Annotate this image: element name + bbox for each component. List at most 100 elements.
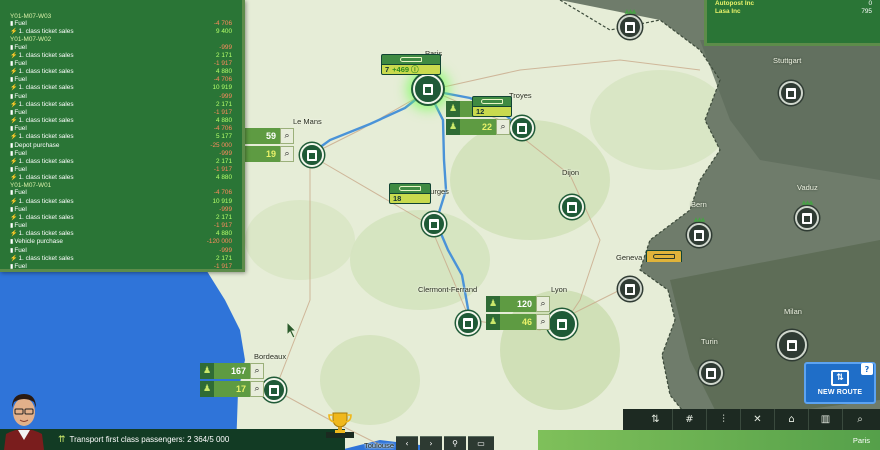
log-entry-amount: -999 (219, 43, 232, 51)
ticket-icon: ⚡ (10, 52, 18, 59)
ticket-icon: ⚡ (10, 255, 18, 262)
log-entry: ⚡1. class ticket sales 9 400 (10, 28, 232, 36)
tools-icon[interactable]: ✕ (741, 409, 775, 430)
log-entry-amount: 4 880 (216, 271, 232, 272)
log-entry-text: Depot purchase (14, 141, 60, 149)
log-entry-amount: -25 000 (210, 141, 232, 149)
finance-log-panel[interactable]: Y01-M07-W03 ▮Fuel -4 706 ⚡1. class ticket s… (0, 0, 245, 272)
station-le-mans[interactable] (300, 143, 324, 167)
log-week-header: Y01-M07-W02 (10, 36, 232, 43)
city-label-dijon: Dijon (562, 168, 580, 177)
company-row: Autopost Inc 0 (715, 0, 872, 8)
station-milan[interactable] (777, 330, 807, 360)
station-bordeaux[interactable] (262, 378, 286, 402)
log-entry-label: ▮Fuel (10, 263, 27, 269)
ticket-icon: ⚡ (10, 69, 18, 76)
station-troyes[interactable] (510, 116, 534, 140)
station-north[interactable] (618, 8, 642, 39)
building-icon (706, 367, 716, 379)
main-toolbar: ⇅ # ⫶ ✕ ⌂ ▥ ⌕ (623, 409, 880, 430)
search-icon[interactable]: ⌕ (843, 409, 877, 430)
log-entry-amount: -4 706 (213, 125, 232, 133)
mail-icon: ♟ (200, 381, 214, 397)
building-icon (269, 384, 279, 396)
city-label-turin: Turin (701, 337, 718, 346)
log-entry-label: ⚡1. class ticket sales (10, 52, 74, 60)
log-entry-text: Fuel (14, 125, 27, 133)
city-panel-le-mans[interactable]: 59 ⌕ 19 ⌕ (244, 128, 294, 162)
search-icon[interactable]: ⌕ (536, 296, 550, 312)
station-bern[interactable] (687, 216, 711, 247)
passenger-count: 59 (244, 128, 280, 144)
route-icon: ⇅ (831, 370, 849, 386)
fuel-icon: ▮ (10, 190, 14, 197)
chevron-right-icon[interactable]: › (420, 436, 442, 450)
log-entry: ⚡1. class ticket sales 4 880 (10, 271, 232, 272)
train-badge-geneva[interactable] (646, 250, 682, 262)
station-paris[interactable] (413, 74, 443, 104)
station-lyon[interactable] (547, 309, 577, 339)
log-entry-amount: 4 880 (216, 68, 232, 76)
fuel-icon: ▮ (10, 77, 14, 84)
city-panel-bordeaux[interactable]: ♟ 167 ⌕ ♟ 17 ⌕ (200, 363, 264, 397)
log-entry-label: ▮Fuel (10, 189, 27, 197)
train-badge-troyes[interactable]: 12 (472, 96, 512, 117)
passenger-count: 167 (214, 363, 250, 379)
log-entry: ⚡1. class ticket sales 2 171 (10, 255, 232, 263)
log-entry-amount: 10 919 (212, 197, 232, 205)
building-icon[interactable]: ▥ (809, 409, 843, 430)
log-entry-label: ⚡1. class ticket sales (10, 133, 74, 141)
station-vaduz[interactable] (795, 199, 819, 230)
advisor-portrait[interactable] (0, 378, 48, 450)
log-entry-label: Y01-M07-W03 (10, 13, 51, 20)
city-panel-clermont[interactable]: ♟ 120 ⌕ ♟ 46 ⌕ (486, 296, 550, 330)
log-entry-label: ⚡1. class ticket sales (10, 198, 74, 206)
station-stuttgart[interactable] (779, 81, 803, 105)
building-icon (463, 317, 473, 329)
company-value: 0 (868, 0, 872, 7)
chevron-left-icon[interactable]: ‹ (396, 436, 418, 450)
log-entry-text: Fuel (14, 59, 27, 67)
log-entry-amount: 2 171 (216, 213, 232, 221)
station-bourges[interactable] (422, 212, 446, 236)
log-entry-amount: -4 706 (213, 189, 232, 197)
train-badge-paris[interactable]: 7 +469 ⓘ (381, 54, 441, 75)
log-entry-text: 1. class ticket sales (18, 28, 74, 36)
panel-icon[interactable]: ⇅ (639, 409, 673, 430)
search-icon[interactable]: ⌕ (536, 314, 550, 330)
depot-icon[interactable]: ⫶ (707, 409, 741, 430)
city-label-vaduz: Vaduz (797, 183, 818, 192)
station-clermont[interactable] (456, 311, 480, 335)
ticket-icon: ⚡ (10, 158, 18, 165)
log-entry-label: ⚡1. class ticket sales (10, 28, 74, 36)
building-icon (517, 122, 527, 134)
companies-panel: Autopost Inc 0 Lasa Inc 795 (704, 0, 880, 46)
rail-grid-icon[interactable]: # (673, 409, 707, 430)
help-button[interactable]: ? (861, 363, 873, 375)
folder-icon[interactable]: ▭ (468, 436, 494, 450)
log-entry-label: ⚡1. class ticket sales (10, 214, 74, 222)
train-badge-bourges[interactable]: 18 (389, 183, 431, 204)
log-entry-text: 1. class ticket sales (18, 117, 74, 125)
station-turin[interactable] (699, 361, 723, 385)
search-icon[interactable]: ⌕ (280, 128, 294, 144)
log-entry-label: ⚡1. class ticket sales (10, 271, 74, 272)
map-pin-icon[interactable]: ⚲ (444, 436, 466, 450)
log-entry: ▮Fuel -999 (10, 206, 232, 214)
search-icon[interactable]: ⌕ (496, 119, 510, 135)
train-count: 12 (476, 107, 485, 116)
search-icon[interactable]: ⌕ (250, 381, 264, 397)
log-entry-amount: -1 917 (213, 108, 232, 116)
train-count: 7 (385, 65, 390, 74)
station-icon[interactable]: ⌂ (775, 409, 809, 430)
search-icon[interactable]: ⌕ (250, 363, 264, 379)
ticket-icon: ⚡ (10, 198, 18, 205)
search-icon[interactable]: ⌕ (280, 146, 294, 162)
purchase-icon: ▮ (10, 239, 14, 246)
fuel-icon: ▮ (10, 150, 14, 157)
trophy-icon[interactable] (326, 410, 354, 438)
log-entry-label: ▮Fuel (10, 44, 27, 52)
building-icon (802, 212, 812, 224)
station-dijon[interactable] (560, 195, 584, 219)
station-geneva[interactable] (618, 277, 642, 301)
